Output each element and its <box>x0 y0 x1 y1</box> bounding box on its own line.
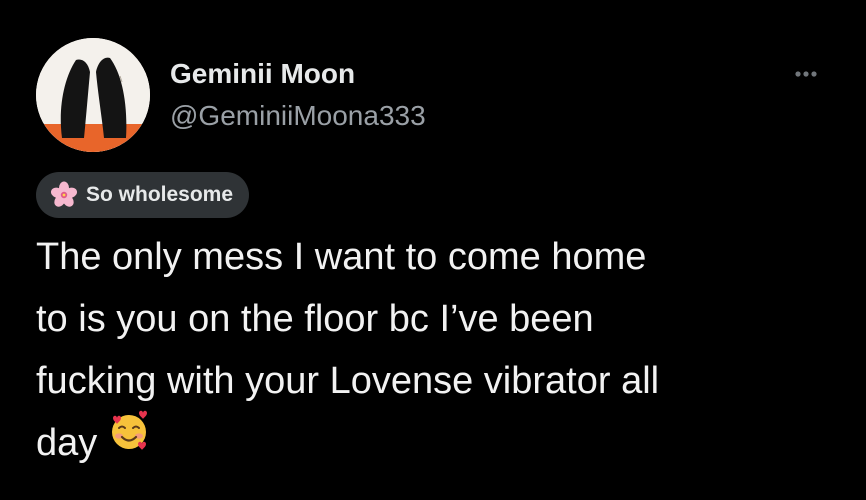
tweet-text: The only mess I want to come home to is … <box>36 226 826 476</box>
author-avatar[interactable] <box>36 38 150 152</box>
author-handle[interactable]: @GeminiiMoona333 <box>170 100 426 132</box>
tweet-text-line-last: day <box>36 409 826 476</box>
more-options-button[interactable] <box>786 62 826 86</box>
mood-badge[interactable]: So wholesome <box>36 172 250 218</box>
smiling-face-with-hearts-icon <box>107 409 151 472</box>
tweet-text-line: fucking with your Lovense vibrator all <box>36 360 660 402</box>
tweet-text-line: to is you on the floor bc I’ve been <box>36 298 594 340</box>
cherry-blossom-icon <box>50 181 78 207</box>
badge-label: So wholesome <box>86 183 234 206</box>
profile-photo-icon <box>36 38 150 152</box>
tweet-card: Geminii Moon @GeminiiMoona333 So wholeso… <box>0 0 866 500</box>
tweet-text-line: day <box>36 422 98 464</box>
more-options-icon <box>795 71 817 77</box>
tweet-text-line: The only mess I want to come home <box>36 236 647 278</box>
author-display-name[interactable]: Geminii Moon <box>170 58 355 90</box>
